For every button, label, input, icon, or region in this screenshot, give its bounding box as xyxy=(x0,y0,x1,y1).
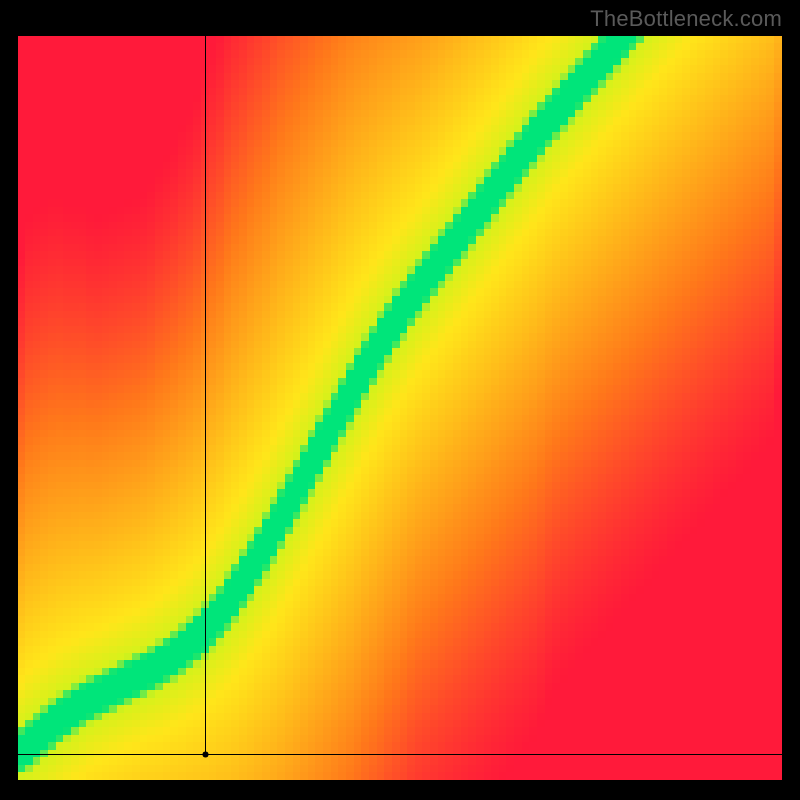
watermark-text: TheBottleneck.com xyxy=(590,6,782,32)
chart-frame: TheBottleneck.com xyxy=(0,0,800,800)
bottleneck-heatmap xyxy=(18,36,782,780)
plot-area xyxy=(18,36,782,780)
